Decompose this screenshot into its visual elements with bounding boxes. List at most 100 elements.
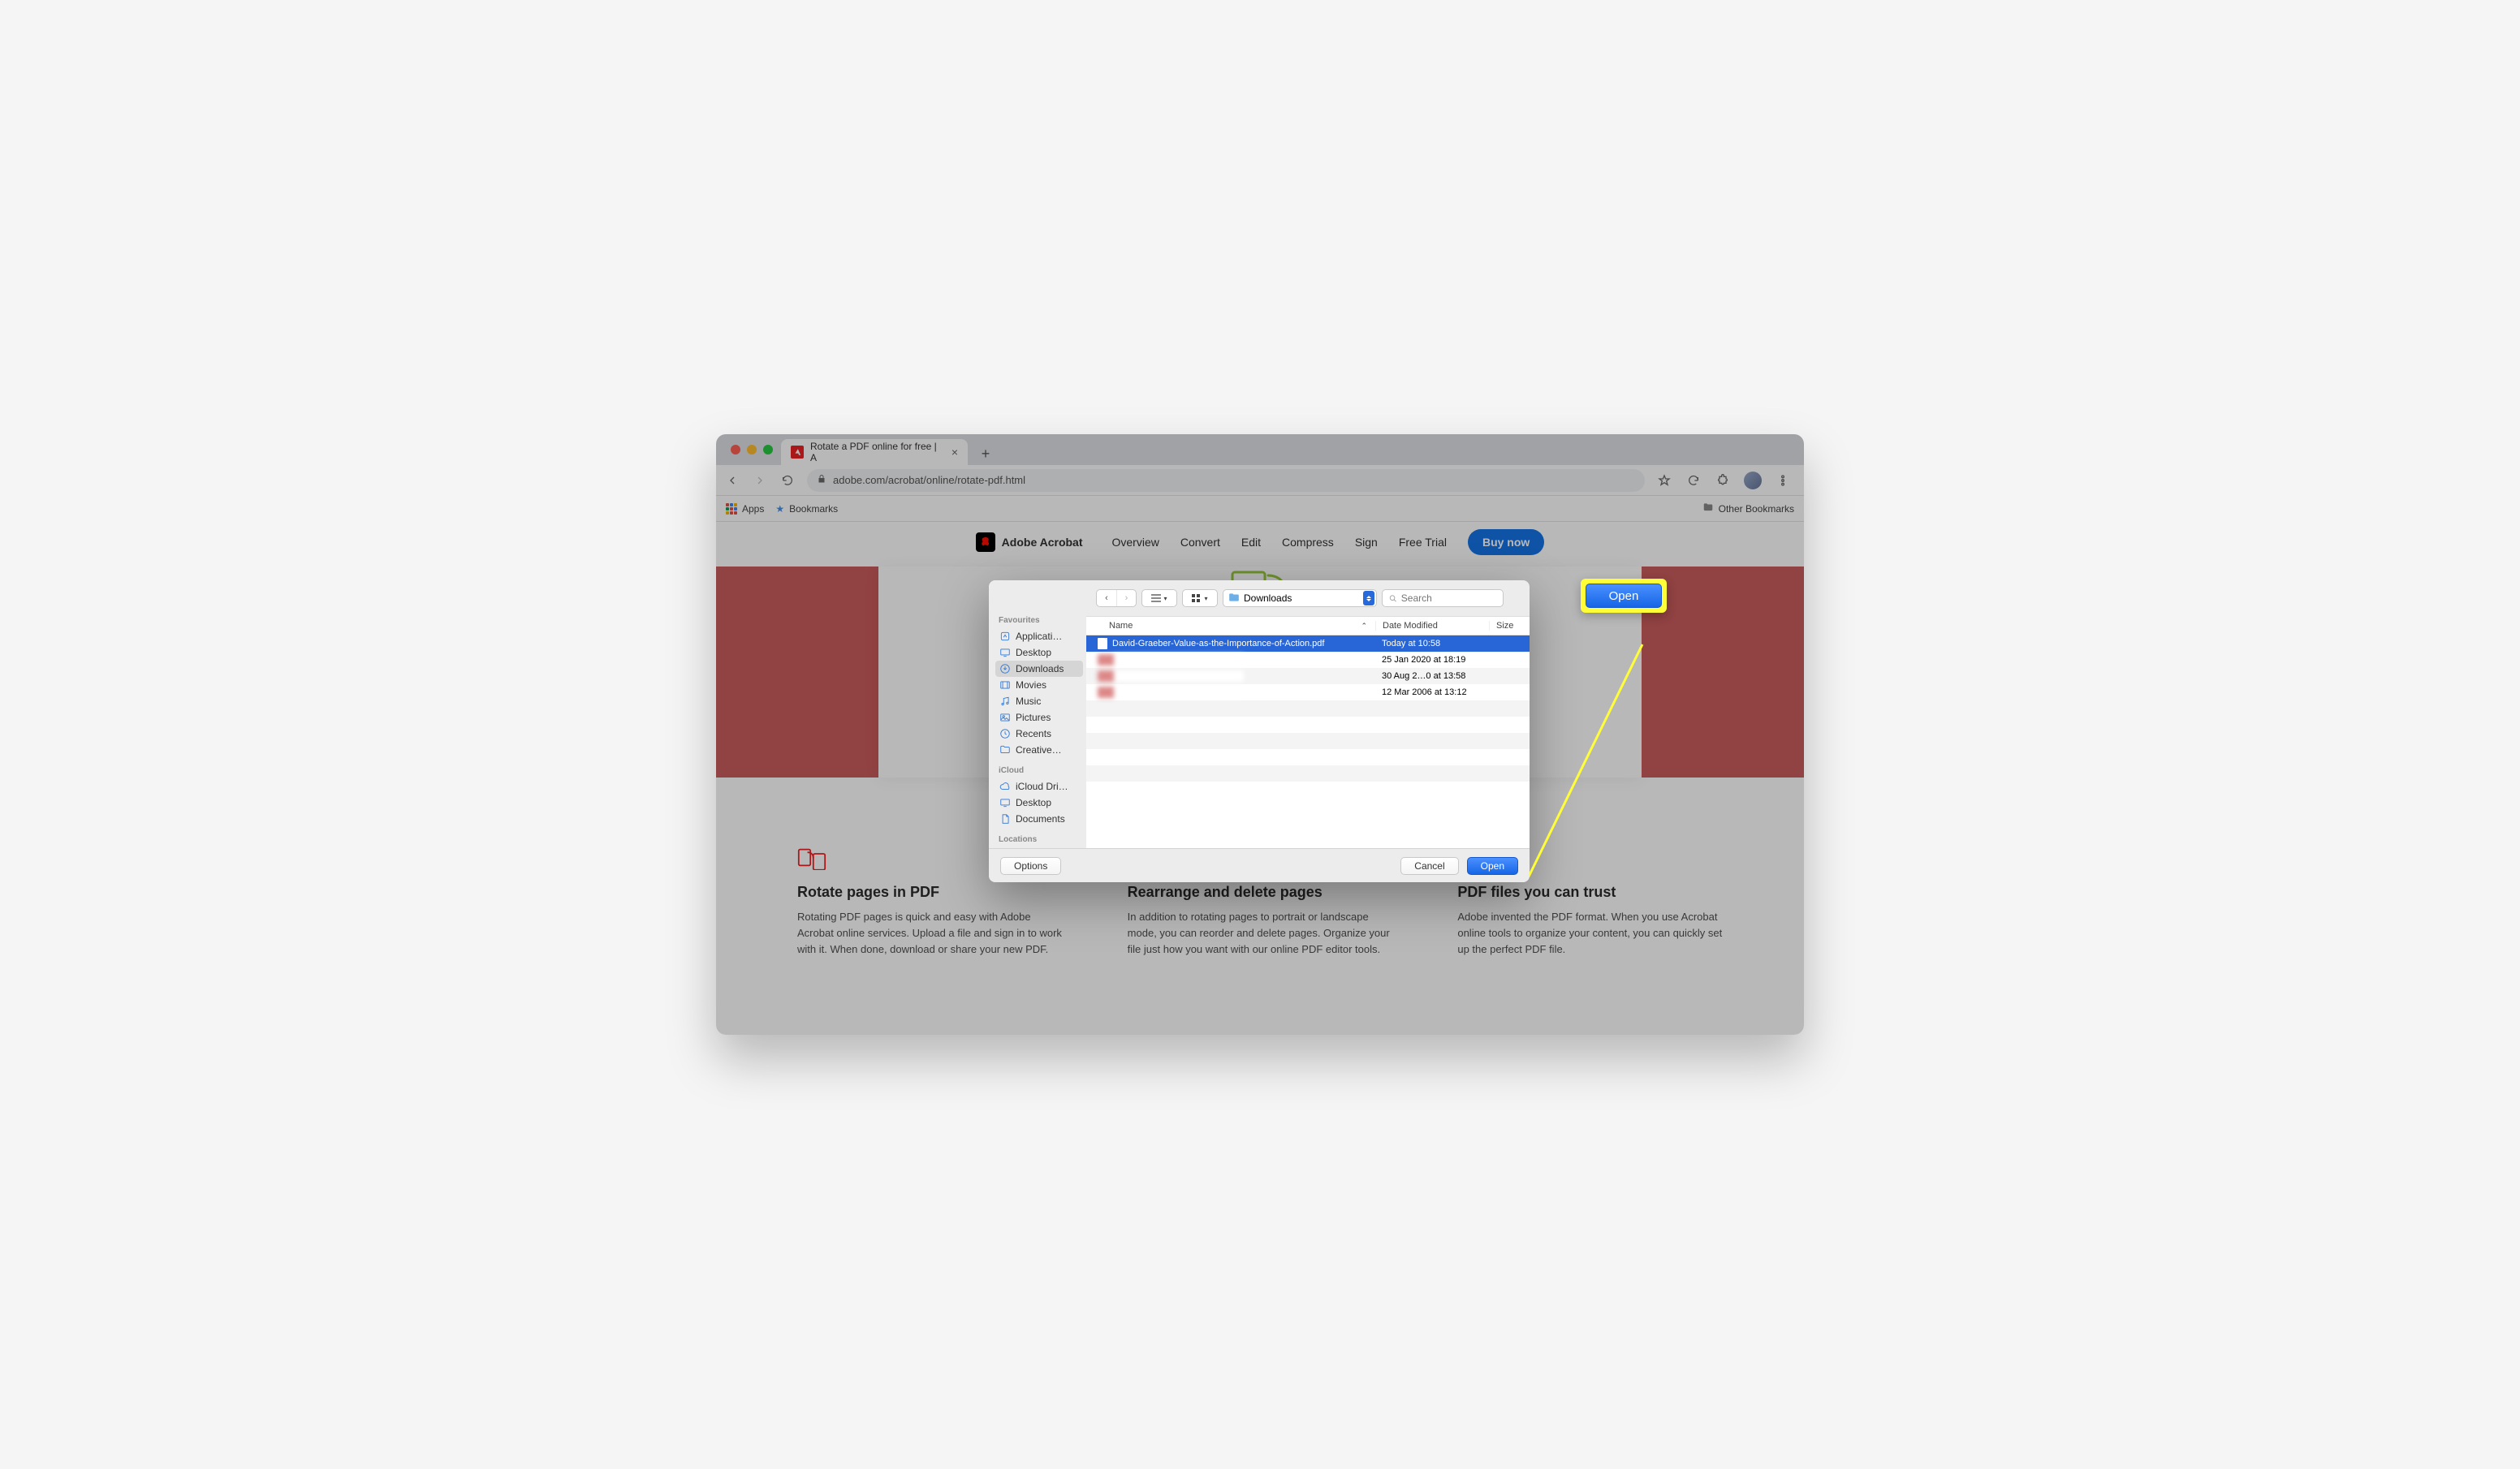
file-row[interactable]: 12 Mar 2006 at 13:12 (1086, 684, 1530, 700)
col-size[interactable]: Size (1489, 621, 1530, 631)
apps-grid-icon (726, 503, 737, 515)
browser-tab[interactable]: Rotate a PDF online for free | A × (781, 439, 968, 465)
feature-title: PDF files you can trust (1457, 884, 1723, 901)
col-name[interactable]: Name⌃ (1086, 621, 1375, 631)
sidebar-item-creative[interactable]: Creative… (995, 742, 1083, 758)
dialog-forward[interactable]: › (1116, 590, 1136, 606)
document-icon (999, 813, 1011, 825)
sidebar-label: Desktop (1016, 647, 1051, 658)
sidebar-item-downloads[interactable]: Downloads (995, 661, 1083, 677)
redacted-file (1098, 670, 1244, 682)
toolbar: adobe.com/acrobat/online/rotate-pdf.html (716, 465, 1804, 496)
search-input[interactable] (1401, 592, 1496, 604)
nav-sign[interactable]: Sign (1355, 536, 1378, 549)
adobe-logo[interactable]: Adobe Acrobat (976, 532, 1083, 552)
window-controls (723, 434, 781, 465)
brand-label: Adobe Acrobat (1002, 536, 1083, 549)
dialog-search[interactable] (1382, 589, 1504, 607)
open-button[interactable]: Open (1467, 857, 1518, 875)
nav-overview[interactable]: Overview (1112, 536, 1159, 549)
site-nav: Adobe Acrobat Overview Convert Edit Comp… (716, 522, 1804, 562)
nav-history: ‹ › (1096, 589, 1137, 607)
feature-title: Rotate pages in PDF (797, 884, 1063, 901)
apps-label: Apps (742, 503, 764, 515)
close-window[interactable] (731, 445, 740, 454)
feature-text: Rotating PDF pages is quick and easy wit… (797, 909, 1063, 958)
sidebar-item-desktop[interactable]: Desktop (995, 644, 1083, 661)
icon-view-toggle[interactable]: ▾ (1182, 589, 1218, 607)
other-bookmarks-label: Other Bookmarks (1719, 503, 1794, 515)
desktop-icon (999, 797, 1011, 808)
recents-icon (999, 728, 1011, 739)
cancel-button[interactable]: Cancel (1400, 857, 1458, 875)
back-button[interactable] (724, 472, 740, 489)
file-row[interactable]: 30 Aug 2…0 at 13:58 (1086, 668, 1530, 684)
sidebar-item-pictures[interactable]: Pictures (995, 709, 1083, 726)
sidebar-item-icloud-drive[interactable]: iCloud Dri… (995, 778, 1083, 795)
dialog-back[interactable]: ‹ (1097, 590, 1116, 606)
sidebar-label: Music (1016, 696, 1041, 707)
desktop-icon (999, 647, 1011, 658)
feature-title: Rearrange and delete pages (1128, 884, 1393, 901)
file-date: 12 Mar 2006 at 13:12 (1375, 687, 1489, 697)
nav-edit[interactable]: Edit (1241, 536, 1261, 549)
sidebar-item-movies[interactable]: Movies (995, 677, 1083, 693)
bookmarks-shortcut[interactable]: ★ Bookmarks (775, 503, 838, 515)
file-row (1086, 733, 1530, 749)
address-bar[interactable]: adobe.com/acrobat/online/rotate-pdf.html (807, 469, 1645, 492)
apps-shortcut[interactable]: Apps (726, 503, 764, 515)
profile-avatar[interactable] (1744, 472, 1762, 489)
feature-text: In addition to rotating pages to portrai… (1128, 909, 1393, 958)
bookmarks-bar: Apps ★ Bookmarks Other Bookmarks (716, 496, 1804, 522)
location-label: Downloads (1244, 592, 1292, 604)
folder-icon (1228, 592, 1240, 605)
file-date: Today at 10:58 (1375, 639, 1489, 648)
folder-icon (1702, 502, 1714, 515)
sidebar-label: Applicati… (1016, 631, 1062, 642)
file-date: 30 Aug 2…0 at 13:58 (1375, 671, 1489, 681)
sync-icon[interactable] (1685, 472, 1702, 489)
sidebar-label: Pictures (1016, 712, 1051, 723)
pictures-icon (999, 712, 1011, 723)
nav-compress[interactable]: Compress (1282, 536, 1334, 549)
list-view-toggle[interactable]: ▾ (1141, 589, 1177, 607)
sidebar-item-icloud-documents[interactable]: Documents (995, 811, 1083, 827)
extensions-icon[interactable] (1715, 472, 1731, 489)
file-row[interactable]: David-Graeber-Value-as-the-Importance-of… (1086, 635, 1530, 652)
bookmark-star-icon[interactable] (1656, 472, 1672, 489)
sort-asc-icon: ⌃ (1361, 622, 1367, 631)
adobe-favicon (791, 446, 804, 459)
sidebar-label: Desktop (1016, 797, 1051, 808)
reload-button[interactable] (779, 472, 796, 489)
file-name: David-Graeber-Value-as-the-Importance-of… (1112, 639, 1324, 648)
music-icon (999, 696, 1011, 707)
rotate-pages-icon (797, 847, 826, 872)
new-tab-button[interactable]: + (974, 442, 997, 465)
icloud-header: iCloud (999, 766, 1083, 775)
other-bookmarks[interactable]: Other Bookmarks (1702, 502, 1794, 515)
sidebar-item-applications[interactable]: Applicati… (995, 628, 1083, 644)
buy-now-button[interactable]: Buy now (1468, 529, 1544, 555)
forward-button[interactable] (752, 472, 768, 489)
nav-convert[interactable]: Convert (1180, 536, 1220, 549)
sidebar-item-music[interactable]: Music (995, 693, 1083, 709)
feature-text: Adobe invented the PDF format. When you … (1457, 909, 1723, 958)
menu-icon[interactable] (1775, 472, 1791, 489)
file-row[interactable]: 25 Jan 2020 at 18:19 (1086, 652, 1530, 668)
nav-free-trial[interactable]: Free Trial (1399, 536, 1447, 549)
close-tab-icon[interactable]: × (951, 446, 958, 459)
maximize-window[interactable] (763, 445, 773, 454)
col-date[interactable]: Date Modified (1375, 621, 1489, 631)
location-dropdown[interactable]: Downloads (1223, 589, 1377, 607)
dialog-sidebar: Favourites Applicati… Desktop Downloads … (989, 616, 1086, 848)
file-row (1086, 700, 1530, 717)
minimize-window[interactable] (747, 445, 757, 454)
dialog-footer: Options Cancel Open (989, 848, 1530, 882)
favourites-header: Favourites (999, 616, 1083, 625)
star-icon: ★ (775, 503, 784, 515)
file-date: 25 Jan 2020 at 18:19 (1375, 655, 1489, 665)
sidebar-item-icloud-desktop[interactable]: Desktop (995, 795, 1083, 811)
sidebar-item-recents[interactable]: Recents (995, 726, 1083, 742)
tab-strip: Rotate a PDF online for free | A × + (716, 434, 1804, 465)
options-button[interactable]: Options (1000, 857, 1061, 875)
